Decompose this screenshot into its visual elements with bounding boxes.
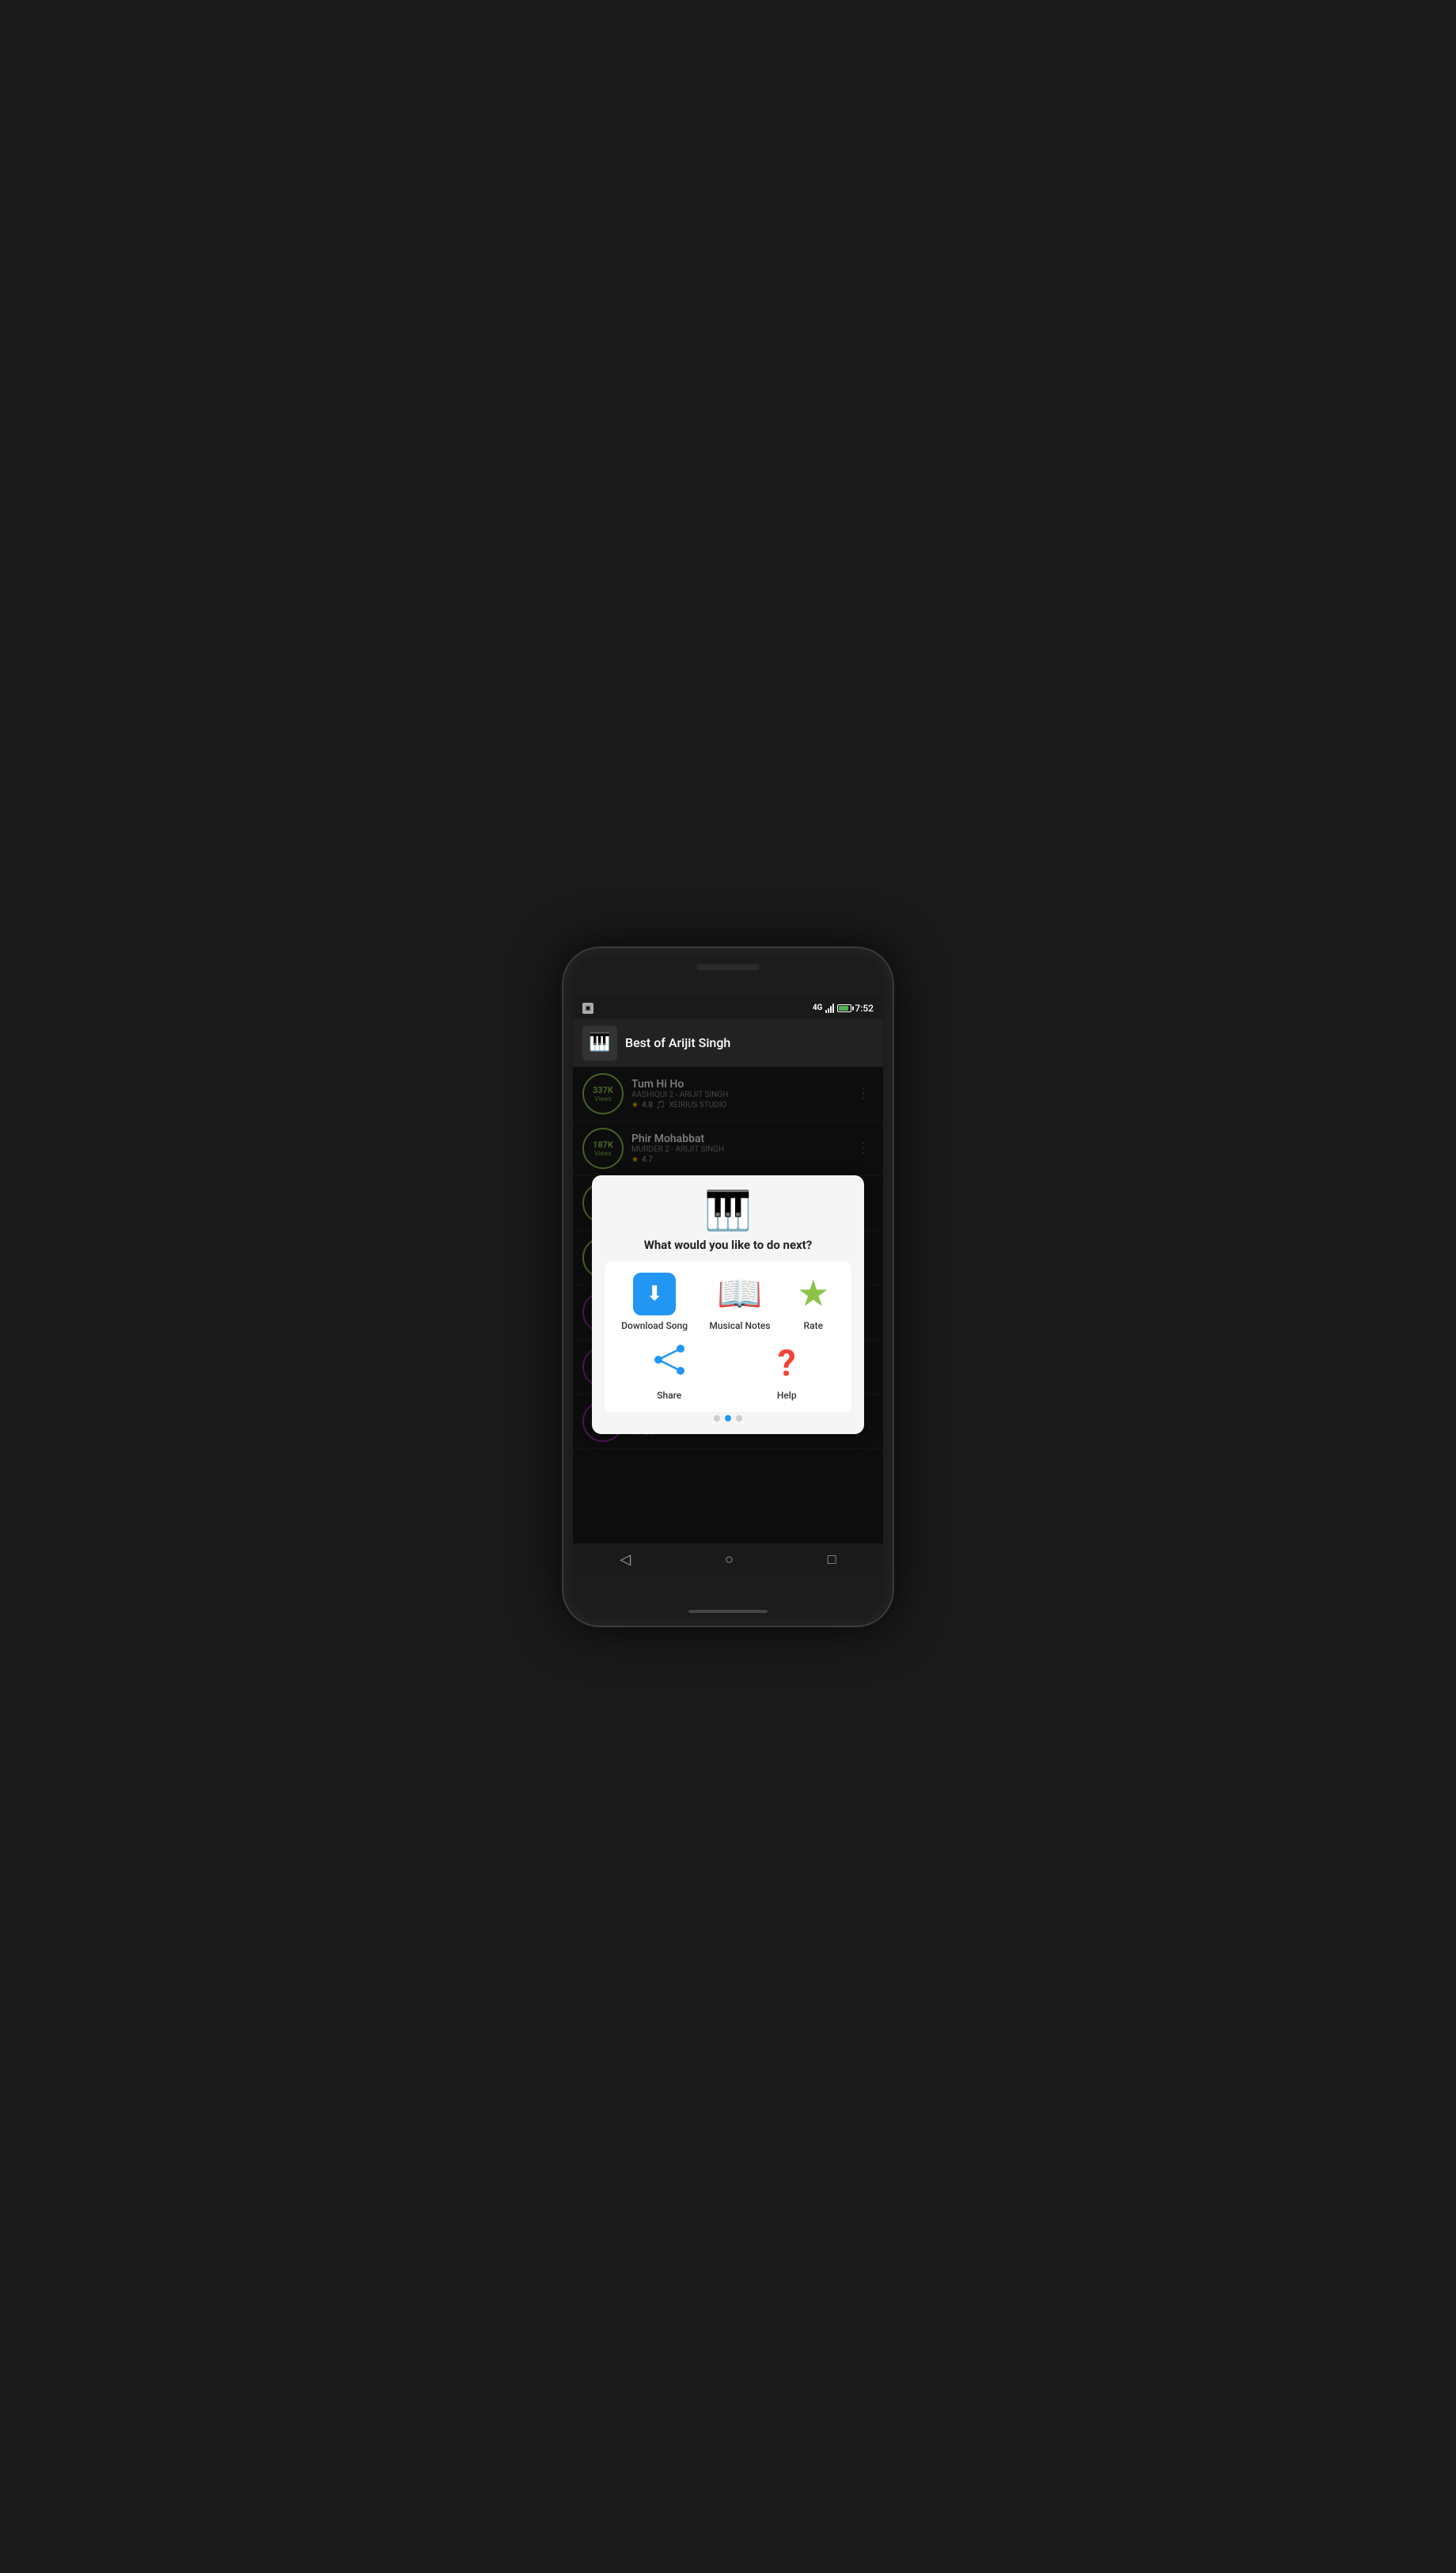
download-song-label: Download Song [621,1320,688,1331]
download-arrow-icon: ⬇ [646,1284,663,1304]
modal-help-button[interactable]: ? Help [762,1339,811,1404]
modal-actions-grid: ⬇ Download Song 📖 Musical Notes [605,1262,852,1412]
modal-logo: 🎹 [704,1188,752,1233]
share-icon [650,1341,688,1387]
status-right: 4G 7:52 [813,1003,874,1014]
bottom-bar [688,1610,768,1613]
modal-overlay[interactable]: 🎹 What would you like to do next? ⬇ [573,1067,883,1543]
share-icon-wrap [648,1342,691,1385]
download-icon-wrap: ⬇ [633,1273,676,1315]
rate-label: Rate [804,1320,823,1331]
network-label: 4G [813,1004,823,1012]
back-button[interactable]: ◁ [604,1545,646,1574]
bottom-navigation: ◁ ○ □ [573,1543,883,1577]
status-bar: ▣ 4G 7:52 [573,997,883,1019]
dot-2 [725,1415,731,1421]
time-display: 7:52 [855,1003,874,1014]
sim-icon: ▣ [582,1003,593,1014]
battery-icon [837,1004,851,1012]
song-list: 337K Views Tum Hi Ho AASHIQUI 2 - ARIJIT… [573,1067,883,1543]
modal-question: What would you like to do next? [644,1238,812,1252]
musical-notes-label: Musical Notes [709,1320,770,1331]
phone-screen: ▣ 4G 7:52 🎹 Best o [573,997,883,1577]
app-header: 🎹 Best of Arijit Singh [573,1019,883,1067]
download-icon: ⬇ [633,1273,676,1315]
speaker [696,964,760,970]
musical-notes-icon: 📖 [717,1276,762,1312]
share-label: Share [657,1390,681,1401]
app-title: Best of Arijit Singh [625,1035,730,1050]
signal-icon [825,1004,834,1013]
modal-share-button[interactable]: Share [645,1339,694,1404]
recents-button[interactable]: □ [812,1545,852,1574]
modal-rate-button[interactable]: ★ Rate [789,1269,838,1334]
modal-actions-row2: Share ? Help [611,1339,846,1404]
modal-pagination-dots [714,1415,742,1421]
notes-icon-wrap: 📖 [719,1273,761,1315]
dot-3 [736,1415,742,1421]
home-button[interactable]: ○ [709,1545,749,1574]
app-logo: 🎹 [582,1026,617,1061]
modal-download-button[interactable]: ⬇ Download Song [618,1269,691,1334]
dot-1 [714,1415,720,1421]
modal-notes-button[interactable]: 📖 Musical Notes [706,1269,773,1334]
help-icon-wrap: ? [765,1342,808,1385]
help-icon: ? [778,1342,796,1385]
modal-actions-row1: ⬇ Download Song 📖 Musical Notes [611,1269,846,1334]
help-label: Help [777,1390,797,1401]
phone-frame: ▣ 4G 7:52 🎹 Best o [562,947,894,1627]
rate-icon-wrap: ★ [792,1273,835,1315]
modal-dialog: 🎹 What would you like to do next? ⬇ [592,1175,865,1434]
rate-star-icon: ★ [797,1276,829,1312]
status-left: ▣ [582,1003,593,1014]
